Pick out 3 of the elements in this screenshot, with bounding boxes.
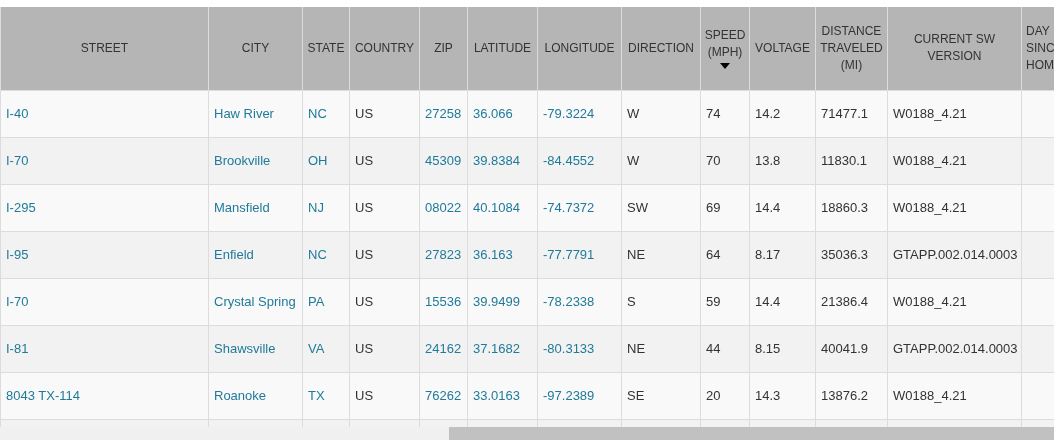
sort-descending-icon (720, 63, 730, 70)
horizontal-scrollbar[interactable] (0, 427, 1054, 440)
scrollbar-thumb[interactable] (449, 427, 1054, 440)
